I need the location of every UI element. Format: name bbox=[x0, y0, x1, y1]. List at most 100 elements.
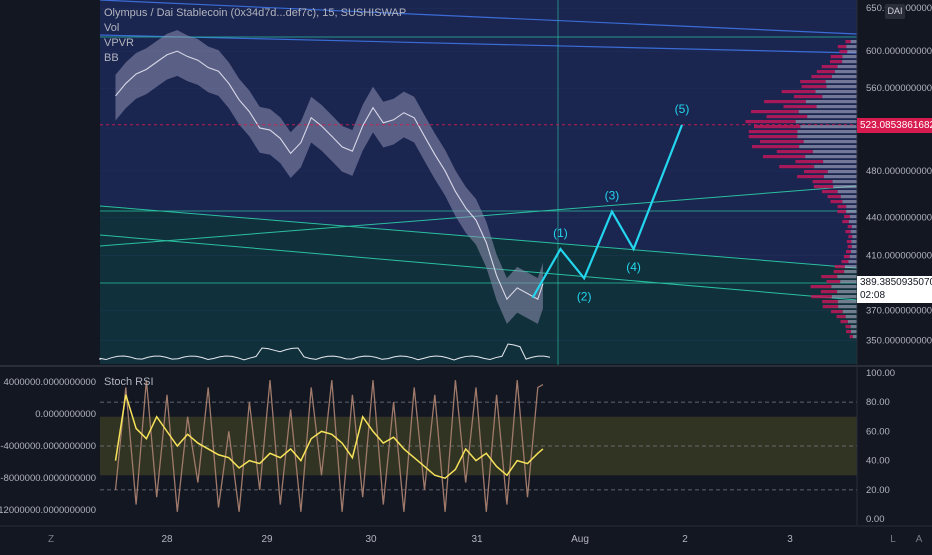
volume-profile-bar bbox=[834, 70, 857, 74]
volume-profile-bar bbox=[846, 210, 857, 214]
volume-profile-bar bbox=[851, 330, 857, 334]
volume-profile-bar bbox=[848, 260, 857, 264]
volume-profile-bar bbox=[776, 150, 813, 154]
volume-profile-bar bbox=[764, 100, 806, 104]
stoch-axis-tick-left: -4000000.0000000000 bbox=[0, 441, 96, 452]
volume-profile-bar bbox=[830, 55, 843, 59]
stoch-rsi-pane[interactable] bbox=[0, 365, 932, 525]
stoch-axis-tick-right: 80.00 bbox=[866, 397, 890, 408]
volume-profile-bar bbox=[840, 195, 857, 199]
volume-profile-bar bbox=[797, 130, 857, 134]
price-axis-tick: 440.0000000000 bbox=[866, 213, 932, 224]
price-axis-tick: 350.0000000000 bbox=[866, 335, 932, 346]
volume-profile-bar bbox=[843, 255, 850, 259]
volume-profile-bar bbox=[795, 160, 824, 164]
volume-profile-bar bbox=[830, 200, 843, 204]
wave-label: (1) bbox=[553, 226, 568, 240]
volume-profile-bar bbox=[839, 50, 848, 54]
volume-profile-bar bbox=[845, 250, 851, 254]
volume-profile-bar bbox=[850, 250, 857, 254]
volume-profile-bar bbox=[766, 115, 808, 119]
chart-title[interactable]: Olympus / Dai Stablecoin (0x34d7d...def7… bbox=[104, 7, 406, 20]
time-axis-tick: 28 bbox=[161, 534, 173, 545]
chart-canvas[interactable]: (1)(2)(3)(4)(5) 650.0000000000600.000000… bbox=[0, 0, 932, 550]
indicator-stoch-rsi[interactable]: Stoch RSI bbox=[104, 376, 154, 389]
price-axis-tick: 480.0000000000 bbox=[866, 166, 932, 177]
volume-profile-bar bbox=[822, 300, 838, 304]
time-axis-tick: 3 bbox=[787, 534, 793, 545]
volume-profile-bar bbox=[840, 320, 848, 324]
volume-profile-bar bbox=[795, 120, 857, 124]
volume-profile-bar bbox=[814, 165, 857, 169]
indicator-vpvr[interactable]: VPVR bbox=[104, 37, 134, 50]
price-axis-tick: 600.0000000000 bbox=[866, 46, 932, 57]
volume-profile-bar bbox=[798, 110, 857, 114]
last-price-tag: 389.3850935070 02:08 bbox=[857, 276, 932, 303]
volume-profile-bar bbox=[840, 280, 857, 284]
last-price-label: 389.3850935070 bbox=[860, 277, 932, 288]
volume-profile-bar bbox=[760, 140, 804, 144]
time-axis-tick: 30 bbox=[365, 534, 377, 545]
volume-profile-bar bbox=[793, 95, 823, 99]
volume-profile-bar bbox=[833, 185, 857, 189]
stoch-axis-tick-right: 100.00 bbox=[866, 368, 895, 379]
volume-profile-bar bbox=[827, 195, 841, 199]
volume-profile-bar bbox=[812, 150, 857, 154]
volume-profile-bar bbox=[842, 220, 849, 224]
volume-profile-bar bbox=[797, 175, 825, 179]
time-axis-tick: 2 bbox=[682, 534, 688, 545]
volume-profile-bar bbox=[753, 125, 801, 129]
wave-label: (3) bbox=[605, 189, 620, 203]
volume-profile-bar bbox=[837, 275, 857, 279]
volume-profile-bar bbox=[845, 325, 851, 329]
volume-profile-bar bbox=[837, 300, 857, 304]
volume-profile-bar bbox=[751, 145, 800, 149]
volume-profile-bar bbox=[831, 285, 857, 289]
volume-profile-bar bbox=[847, 320, 857, 324]
volume-profile-bar bbox=[834, 265, 845, 269]
volume-profile-bar bbox=[832, 180, 857, 184]
indicator-bb[interactable]: BB bbox=[104, 52, 119, 65]
volume-profile-bar bbox=[805, 100, 857, 104]
volume-profile-bar bbox=[831, 295, 857, 299]
wave-label: (2) bbox=[577, 289, 592, 303]
volume-profile-bar bbox=[845, 230, 851, 234]
indicator-vol[interactable]: Vol bbox=[104, 22, 119, 35]
volume-profile-bar bbox=[783, 105, 817, 109]
volume-profile-bar bbox=[821, 275, 838, 279]
stoch-axis-tick-right: 20.00 bbox=[866, 485, 890, 496]
volume-profile-bar bbox=[836, 315, 846, 319]
volume-profile-bar bbox=[846, 240, 852, 244]
currency-badge[interactable]: DAI bbox=[885, 4, 905, 19]
volume-profile-bar bbox=[850, 40, 857, 44]
log-scale-icon[interactable]: L bbox=[886, 533, 900, 547]
volume-profile-bar bbox=[826, 280, 841, 284]
wave-label: (4) bbox=[626, 260, 641, 274]
volume-profile-bar bbox=[803, 170, 828, 174]
volume-profile-bar bbox=[846, 45, 857, 49]
stoch-axis-tick-left: -12000000.0000000000 bbox=[0, 505, 96, 516]
volume-profile-bar bbox=[812, 180, 833, 184]
volume-profile-bar bbox=[824, 175, 857, 179]
volume-profile-bar bbox=[822, 95, 857, 99]
volume-profile-bar bbox=[800, 125, 857, 129]
stoch-axis-tick-left: -8000000.0000000000 bbox=[0, 473, 96, 484]
volume-profile-bar bbox=[821, 190, 838, 194]
timezone-icon[interactable]: Z bbox=[44, 533, 58, 547]
volume-profile-bar bbox=[751, 110, 799, 114]
chart-window: (1)(2)(3)(4)(5) 650.0000000000600.000000… bbox=[0, 0, 932, 550]
volume-profile-bar bbox=[807, 115, 857, 119]
auto-scale-icon[interactable]: A bbox=[912, 533, 926, 547]
volume-profile-bar bbox=[849, 215, 857, 219]
volume-profile-bar bbox=[813, 185, 834, 189]
volume-profile-bar bbox=[849, 255, 857, 259]
volume-profile-bar bbox=[781, 90, 816, 94]
stoch-axis-tick-left: 4000000.0000000000 bbox=[4, 377, 96, 388]
volume-profile-bar bbox=[816, 105, 857, 109]
volume-profile-bar bbox=[847, 245, 852, 249]
volume-profile-bar bbox=[805, 155, 857, 159]
volume-profile-bar bbox=[800, 80, 826, 84]
volume-profile-bar bbox=[852, 335, 857, 339]
volume-profile-bar bbox=[811, 75, 832, 79]
volume-profile-bar bbox=[837, 45, 847, 49]
